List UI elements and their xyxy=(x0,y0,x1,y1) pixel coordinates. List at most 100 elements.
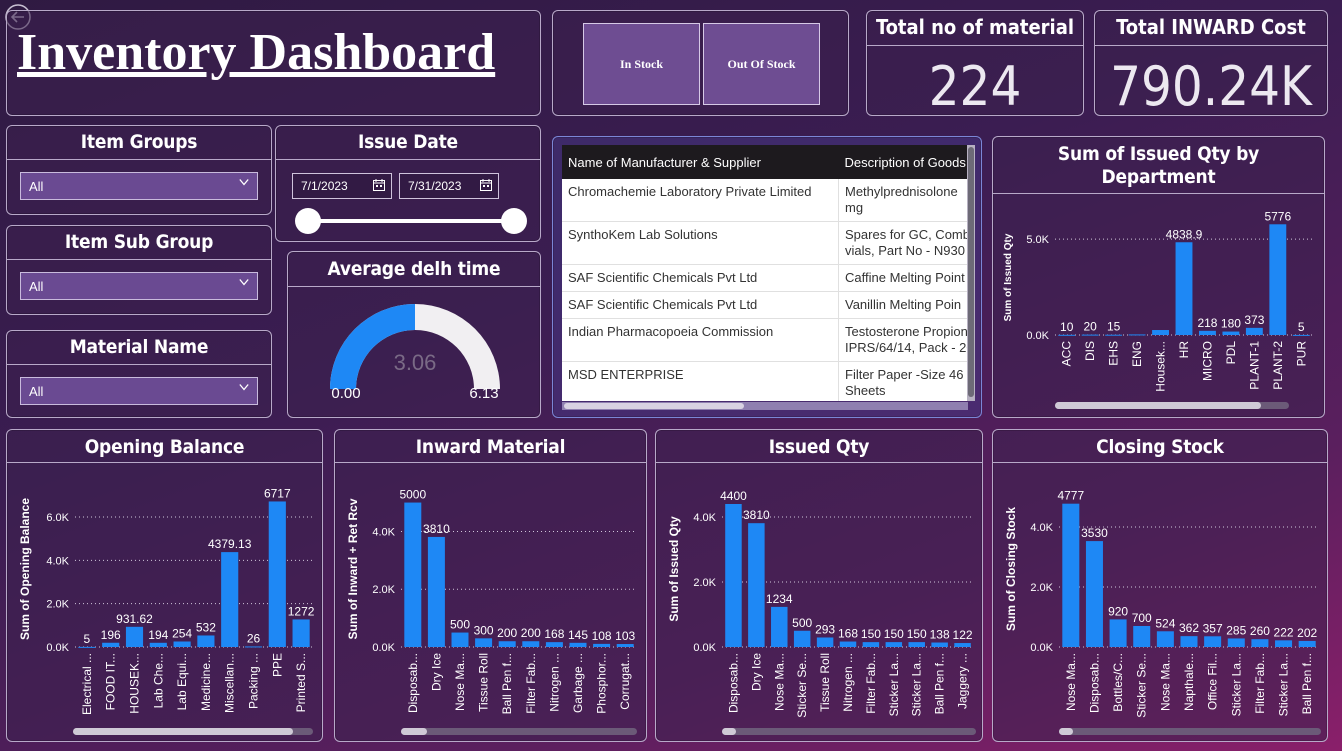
closing-stock-chart: Sum of Closing Stock 0.0K 2.0K 4.0K 4777 Nose… xyxy=(1004,489,1319,718)
x-tick-label: Housek... xyxy=(1154,341,1168,392)
x-tick-label: PLANT-1 xyxy=(1247,341,1261,390)
x-tick-label: Filter Fab... xyxy=(864,653,878,714)
x-tick-label: Nose Ma... xyxy=(1158,653,1172,711)
bar xyxy=(954,643,971,647)
column-header[interactable]: Description of Goods xyxy=(838,145,968,179)
calendar-icon[interactable] xyxy=(373,179,385,191)
stock-filter-card: In Stock Out Of Stock xyxy=(552,10,849,116)
bar xyxy=(931,642,948,647)
x-tick-label: Ball Pen f... xyxy=(500,653,514,714)
data-label: 194 xyxy=(148,628,168,642)
title-card: Inventory Dashboard xyxy=(6,10,541,116)
data-label: 532 xyxy=(196,620,216,634)
slicer-title: Item Sub Group xyxy=(64,231,214,253)
slicer-title: Item Groups xyxy=(80,131,198,153)
data-label: 180 xyxy=(1221,317,1241,331)
scrollbar-thumb[interactable] xyxy=(968,147,974,397)
dropdown-value: All xyxy=(29,179,44,194)
table-row[interactable]: MSD ENTERPRISE Filter Paper -Size 46 Sheet… xyxy=(562,361,968,401)
kpi-total-material: Total no of material 224 xyxy=(866,10,1084,118)
scrollbar-thumb[interactable] xyxy=(722,728,736,735)
table-row[interactable]: Chromachemie Laboratory Private Limited M… xyxy=(562,179,968,222)
data-label: 260 xyxy=(1250,624,1270,638)
table-row[interactable]: SAF Scientific Chemicals Pvt Ltd Vanillin… xyxy=(562,291,968,319)
table-row[interactable]: Indian Pharmacopoeia Commission Testoster… xyxy=(562,318,968,362)
chart-scrollbar[interactable] xyxy=(1055,402,1289,409)
item-sub-group-dropdown[interactable]: All xyxy=(20,272,258,300)
data-label: 1272 xyxy=(288,604,315,618)
chart-title: Issued Qty xyxy=(768,436,870,458)
column-header[interactable]: Name of Manufacturer & Supplier xyxy=(562,145,839,179)
y-tick-label: 2.0K xyxy=(46,599,69,611)
y-axis-label: Sum of Issued Qty xyxy=(667,516,681,622)
y-tick-label: 4.0K xyxy=(693,512,716,524)
scrollbar-thumb[interactable] xyxy=(73,728,293,735)
scrollbar-thumb[interactable] xyxy=(401,728,427,735)
in-stock-button[interactable]: In Stock xyxy=(583,23,700,105)
bar xyxy=(1275,640,1293,647)
bar xyxy=(569,642,587,647)
supplier-cell: MSD ENTERPRISE xyxy=(562,361,839,401)
data-label: 4838.9 xyxy=(1166,227,1203,241)
bar xyxy=(268,501,286,647)
chart-scrollbar[interactable] xyxy=(1059,728,1321,735)
chart-scrollbar[interactable] xyxy=(722,728,976,735)
start-date-input[interactable]: 7/1/2023 xyxy=(292,173,392,199)
calendar-icon[interactable] xyxy=(480,179,492,191)
x-tick-label: Nose Ma... xyxy=(1064,653,1078,711)
date-slider-track[interactable] xyxy=(306,219,514,223)
bar xyxy=(149,642,167,647)
avg-delh-time-card: Average delh time 3.06 0.00 6.13 xyxy=(287,251,541,418)
bar xyxy=(885,642,903,647)
y-tick-label: 4.0K xyxy=(372,526,395,538)
scrollbar-thumb[interactable] xyxy=(1055,402,1261,409)
chart-title: Sum of Issued Qty by Department xyxy=(1057,143,1260,188)
description-cell: Filter Paper -Size 46 Sheets xyxy=(838,361,968,401)
page-title: Inventory Dashboard xyxy=(17,24,496,81)
bar xyxy=(292,619,310,647)
material-name-dropdown[interactable]: All xyxy=(20,377,258,405)
data-label: 4400 xyxy=(720,489,747,503)
supplier-table: Name of Manufacturer & Supplier Descript… xyxy=(562,145,968,401)
end-date-input[interactable]: 7/31/2023 xyxy=(399,173,499,199)
table-row[interactable]: SAF Scientific Chemicals Pvt Ltd Caffine … xyxy=(562,264,968,292)
table-vertical-scrollbar[interactable] xyxy=(967,145,975,401)
table-row[interactable]: SynthoKem Lab Solutions Spares for GC, Co… xyxy=(562,221,968,265)
x-tick-label: Corrugat... xyxy=(618,653,632,710)
material-name-slicer: Material Name All xyxy=(6,330,272,418)
chart-scrollbar[interactable] xyxy=(401,728,637,735)
bar xyxy=(1204,636,1222,647)
bar xyxy=(771,606,788,647)
slicer-title: Issue Date xyxy=(358,131,458,153)
data-label: 20 xyxy=(1084,320,1098,334)
date-slider-end-handle[interactable] xyxy=(501,208,527,234)
scrollbar-thumb[interactable] xyxy=(564,403,744,409)
closing-stock-card: Closing Stock Sum of Closing Stock 0.0K 2.… xyxy=(992,429,1328,742)
bar xyxy=(1128,334,1146,336)
scrollbar-thumb[interactable] xyxy=(1059,728,1073,735)
kpi-value: 224 xyxy=(928,55,1022,118)
department-bar-chart: Sum of Issued Qty 0.0K 5.0K 10 ACC 20 DIS 15 EHS… xyxy=(1003,209,1313,392)
x-tick-label: Napthale... xyxy=(1182,653,1196,711)
y-tick-label: 6.0K xyxy=(46,512,69,524)
y-tick-label: 0.0K xyxy=(1026,330,1049,342)
item-groups-dropdown[interactable]: All xyxy=(20,172,258,200)
chart-title: Closing Stock xyxy=(1096,436,1224,458)
date-slider-start-handle[interactable] xyxy=(295,208,321,234)
bar xyxy=(616,644,634,647)
x-tick-label: Packing ... xyxy=(247,653,261,709)
data-label: 293 xyxy=(815,622,835,636)
bar xyxy=(1058,334,1076,336)
chart-scrollbar[interactable] xyxy=(73,728,313,735)
bar xyxy=(102,642,120,647)
data-label: 150 xyxy=(907,627,927,641)
data-label: 931.62 xyxy=(116,612,153,626)
data-label: 300 xyxy=(474,623,494,637)
table-horizontal-scrollbar[interactable] xyxy=(562,402,968,410)
x-tick-label: Garbage ... xyxy=(571,653,585,713)
data-label: 145 xyxy=(568,628,588,642)
x-tick-label: Disposab... xyxy=(406,653,420,713)
y-tick-label: 5.0K xyxy=(1026,234,1049,246)
out-of-stock-button[interactable]: Out Of Stock xyxy=(703,23,820,105)
bar xyxy=(1109,619,1127,647)
